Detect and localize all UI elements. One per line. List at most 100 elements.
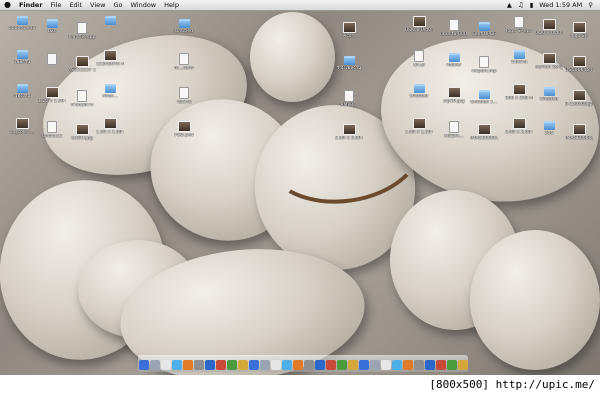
desktop-icon[interactable]: sip10.jpg [440,87,468,104]
desktop-icon[interactable]: ไฟล์งาน [8,50,36,65]
desktop-icon[interactable]: AS323237 17.jpg [68,56,96,73]
folder-icon [543,121,555,130]
desktop-icon[interactable]: 0.20 x 0.40 m.psd [405,16,433,33]
desktop-icon[interactable]: Untitled [170,19,198,34]
desktop-icon[interactable]: เรื่องงาน [8,84,36,99]
dock-app-icon[interactable] [270,360,281,370]
desktop-icon[interactable]: 1.20 x 1.00 m.psd [38,87,66,104]
image-icon [542,53,556,64]
desktop-icon[interactable]: Alias... [96,84,124,99]
dock-app-icon[interactable] [347,360,358,370]
desktop-icon[interactable]: 1.00 x 1.50 m.jpg [405,118,433,135]
menu-view[interactable]: View [86,0,109,10]
desktop-icon[interactable]: PSO.psd [170,121,198,138]
dock-app-icon[interactable] [248,360,259,370]
dock-app-icon[interactable] [369,360,380,370]
battery-icon[interactable]: ▮ [527,1,537,9]
wifi-icon[interactable]: ▲ [504,1,515,9]
menu-go[interactable]: Go [109,0,126,10]
desktop-icon[interactable]: 0.20 x 0.40 m.psd [535,19,563,36]
desktop-icon[interactable]: Untitled 1... [470,90,498,105]
dock-app-icon[interactable] [138,360,149,370]
desktop-icon[interactable]: MEDIA... [440,121,468,139]
dock-app-icon[interactable] [149,360,160,370]
apple-menu-icon[interactable]: ● [0,0,15,10]
dock-app-icon[interactable] [413,360,424,370]
desktop-icon[interactable]: AMPR... [335,90,363,108]
dock-app-icon[interactable] [215,360,226,370]
desktop-icon[interactable]: 255 [535,121,563,136]
desktop-icon-label: 1.20 x 1.00 m.psd [38,99,66,104]
desktop-icon[interactable]: 3.00 x 2.00 m [505,118,533,135]
dock-app-icon[interactable] [446,360,457,370]
dock-app-icon[interactable] [182,360,193,370]
desktop-icon[interactable]: ใบเสร็จ [170,87,198,105]
desktop-icon[interactable]: Paradise.pp [68,22,96,40]
desktop-icon[interactable]: IMAGE0000.jpg [565,124,593,141]
dock-app-icon[interactable] [314,360,325,370]
desktop-icon[interactable]: Font UPCF [470,22,498,37]
desktop-icon[interactable]: ubuntu.edu [8,16,36,31]
desktop-icon[interactable]: DSC00646.P PC [565,56,593,73]
desktop-icon-label: 3.00 x 2.00 m [505,130,533,135]
desktop-icon[interactable]: b2s [38,19,66,34]
dock-app-icon[interactable] [303,360,314,370]
desktop-icon[interactable]: ปก.ai [405,50,433,68]
desktop-icon[interactable]: รวมไฟล์งาน [335,56,363,71]
dock-app-icon[interactable] [259,360,270,370]
desktop-icon[interactable]: nisport.mp [470,56,498,74]
desktop-icon[interactable]: 1.50 x 1.00 m.psd [96,118,124,135]
menu-edit[interactable]: Edit [65,0,86,10]
desktop-icon[interactable]: Kamon kong 2.jpg [535,53,563,70]
desktop-icon[interactable]: 2.00 x 3.00 m.psd [335,124,363,141]
desktop-icon[interactable]: logo SP.eps [505,16,533,34]
dock-app-icon[interactable] [226,360,237,370]
dock-app-icon[interactable] [325,360,336,370]
desktop-icon[interactable]: ubuntu-000...pptx [440,19,468,37]
menu-finder[interactable]: Finder [15,0,47,10]
dock-app-icon[interactable] [336,360,347,370]
dock-app-icon[interactable] [402,360,413,370]
menu-window[interactable]: Window [126,0,160,10]
image-icon [542,19,556,30]
dock-app-icon[interactable] [424,360,435,370]
desktop-icon[interactable]: logo SP [565,22,593,39]
dock-app-icon[interactable] [193,360,204,370]
desktop-icon[interactable]: m...wmv [170,53,198,71]
dock-app-icon[interactable] [380,360,391,370]
desktop-icon-label: Untitled 1... [470,100,498,105]
desktop-icon[interactable]: 12345676 45.psd [96,50,124,67]
desktop-icon[interactable]: sa_coke ... [8,118,36,135]
dock-app-icon[interactable] [358,360,369,370]
dock-app-icon[interactable] [160,360,171,370]
menu-file[interactable]: File [47,0,66,10]
dock-app-icon[interactable] [457,360,468,370]
desktop-icon[interactable]: Untitled [535,87,563,102]
desktop-icon[interactable]: IMAGE0000.jpg [470,124,498,141]
desktop-icon[interactable]: Pics... [335,22,363,39]
desktop-icon[interactable]: ไฟล์งาน [505,50,533,65]
dock-app-icon[interactable] [281,360,292,370]
desktop-icon-label: Kamon kong 2.jpg [535,65,563,70]
menu-help[interactable]: Help [160,0,183,10]
desktop-icon[interactable]: 366 x 200 m.psd [505,84,533,101]
dock-app-icon[interactable] [435,360,446,370]
desktop-icon[interactable] [96,16,124,26]
dock-app-icon[interactable] [171,360,182,370]
spotlight-icon[interactable]: ⚲ [585,1,596,9]
desktop-icon[interactable] [38,53,66,66]
desktop-icon[interactable]: LOGO.jpg [68,124,96,141]
folder-icon [413,84,425,93]
dock-app-icon[interactable] [292,360,303,370]
desktop[interactable]: ● Finder File Edit View Go Window Help ▲… [0,0,600,375]
desktop-icon[interactable]: 8-150x60.jpg [565,90,593,107]
volume-icon[interactable]: ♫ [515,1,527,9]
dock-app-icon[interactable] [204,360,215,370]
desktop-icon[interactable]: กำหนดการ [68,90,96,108]
dock-app-icon[interactable] [237,360,248,370]
desktop-icon[interactable]: torcha12 [38,121,66,139]
clock[interactable]: Wed 1:59 AM [536,1,585,9]
dock-app-icon[interactable] [391,360,402,370]
desktop-icon[interactable]: Untitled [405,84,433,99]
desktop-icon[interactable]: ifolder [440,53,468,68]
